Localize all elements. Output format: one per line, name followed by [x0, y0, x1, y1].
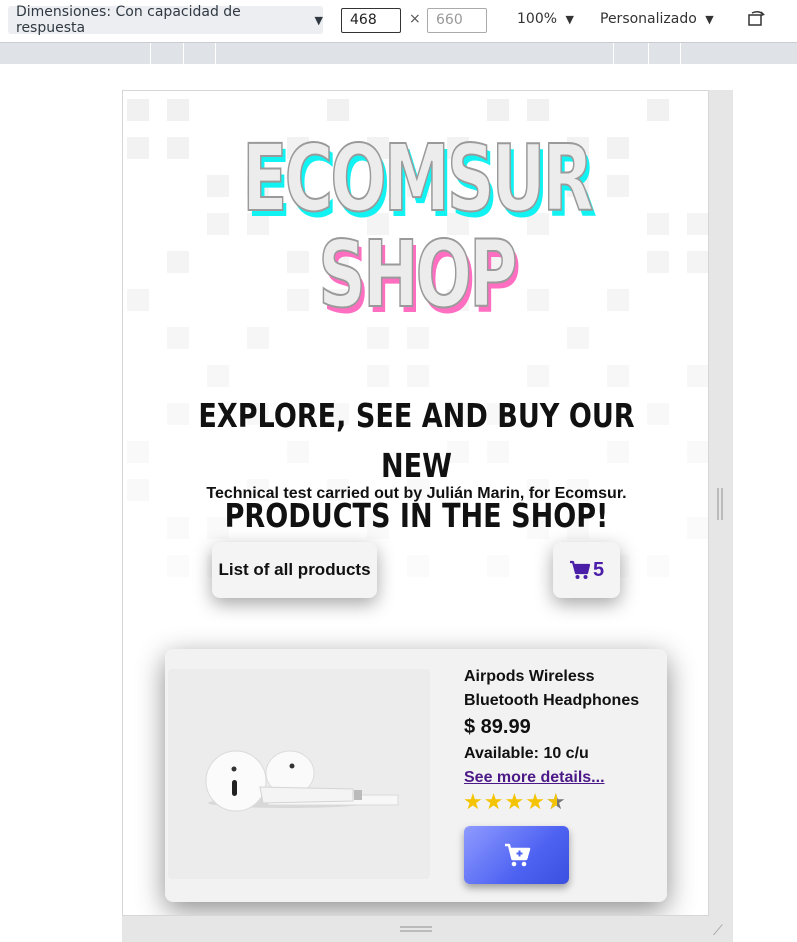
product-image [168, 669, 430, 879]
hero-headline: EXPLORE, SEE AND BUY OUR NEW PRODUCTS IN… [176, 391, 657, 541]
shop-logo: ECOMSUR ECOMSUR SHOP SHOP [123, 125, 708, 329]
product-price: $ 89.99 [464, 716, 531, 738]
cart-button[interactable]: 5 [553, 542, 620, 598]
chevron-down-icon: ▼ [314, 13, 323, 27]
product-card: Airpods Wireless Bluetooth Headphones $ … [165, 649, 667, 902]
product-rating: ★ ★ ★ ★ ★ [463, 789, 566, 814]
pattern-square [407, 555, 429, 577]
headline-line1: EXPLORE, SEE AND BUY OUR NEW [198, 396, 635, 485]
devtools-toolbar: Dimensiones: Con capacidad de respuesta … [0, 0, 797, 40]
pattern-square [167, 555, 189, 577]
product-title: Airpods Wireless Bluetooth Headphones [464, 668, 640, 709]
throttle-label: Personalizado [600, 11, 697, 27]
cart-icon [569, 560, 591, 579]
chevron-down-icon: ▼ [705, 13, 714, 26]
star-full-icon: ★ [483, 789, 504, 814]
product-availability: Available: 10 c/u [464, 745, 589, 762]
pattern-square [367, 365, 389, 387]
zoom-label: 100% [517, 11, 558, 27]
star-full-icon: ★ [463, 789, 483, 814]
star-full-icon: ★ [504, 789, 525, 814]
logo-line1: ECOMSUR [242, 125, 595, 232]
throttle-dropdown[interactable]: Personalizado ▼ [600, 11, 714, 27]
dimensions-dropdown[interactable]: Dimensiones: Con capacidad de respuesta … [8, 4, 323, 36]
resize-corner-icon[interactable]: ⟋ [713, 922, 723, 939]
pattern-square [527, 99, 549, 121]
pattern-square [167, 327, 189, 349]
pattern-square [687, 441, 708, 463]
pattern-square [687, 517, 708, 539]
add-to-cart-button[interactable] [464, 826, 569, 884]
cart-plus-icon [504, 843, 530, 867]
pattern-square [647, 99, 669, 121]
pattern-square [607, 365, 629, 387]
star-half-icon: ★ [546, 791, 566, 814]
pattern-square [687, 365, 708, 387]
dimensions-label: Dimensiones: Con capacidad de respuesta [16, 4, 241, 36]
media-query-ruler[interactable] [0, 42, 797, 65]
pattern-square [567, 327, 589, 349]
resize-handle-bottom[interactable] [400, 926, 432, 932]
hero-subtitle: Technical test carried out by Julián Mar… [206, 485, 627, 502]
device-viewport: ECOMSUR ECOMSUR SHOP SHOP EXPLORE, SEE A… [122, 90, 709, 916]
pattern-square [527, 365, 549, 387]
pattern-square [167, 99, 189, 121]
pattern-square [127, 99, 149, 121]
pattern-square [327, 99, 349, 121]
resize-handle-right[interactable] [717, 488, 723, 520]
pattern-square [487, 555, 509, 577]
pattern-square [207, 365, 229, 387]
see-details-link[interactable]: See more details... [464, 769, 605, 787]
pattern-square [127, 441, 149, 463]
pattern-square [647, 555, 669, 577]
pattern-square [407, 365, 429, 387]
zoom-dropdown[interactable]: 100% ▼ [517, 11, 574, 27]
rotate-device-icon[interactable] [746, 9, 768, 29]
height-input[interactable]: 660 [427, 8, 487, 33]
airpods-image [168, 669, 430, 879]
star-full-icon: ★ [525, 789, 545, 814]
times-symbol: × [409, 11, 421, 27]
width-input[interactable]: 468 [341, 8, 401, 33]
pattern-square [487, 99, 509, 121]
list-products-button[interactable]: List of all products [212, 542, 377, 598]
logo-line2: SHOP [318, 221, 519, 328]
cart-count: 5 [592, 558, 605, 581]
pattern-square [247, 327, 269, 349]
chevron-down-icon: ▼ [565, 13, 574, 26]
